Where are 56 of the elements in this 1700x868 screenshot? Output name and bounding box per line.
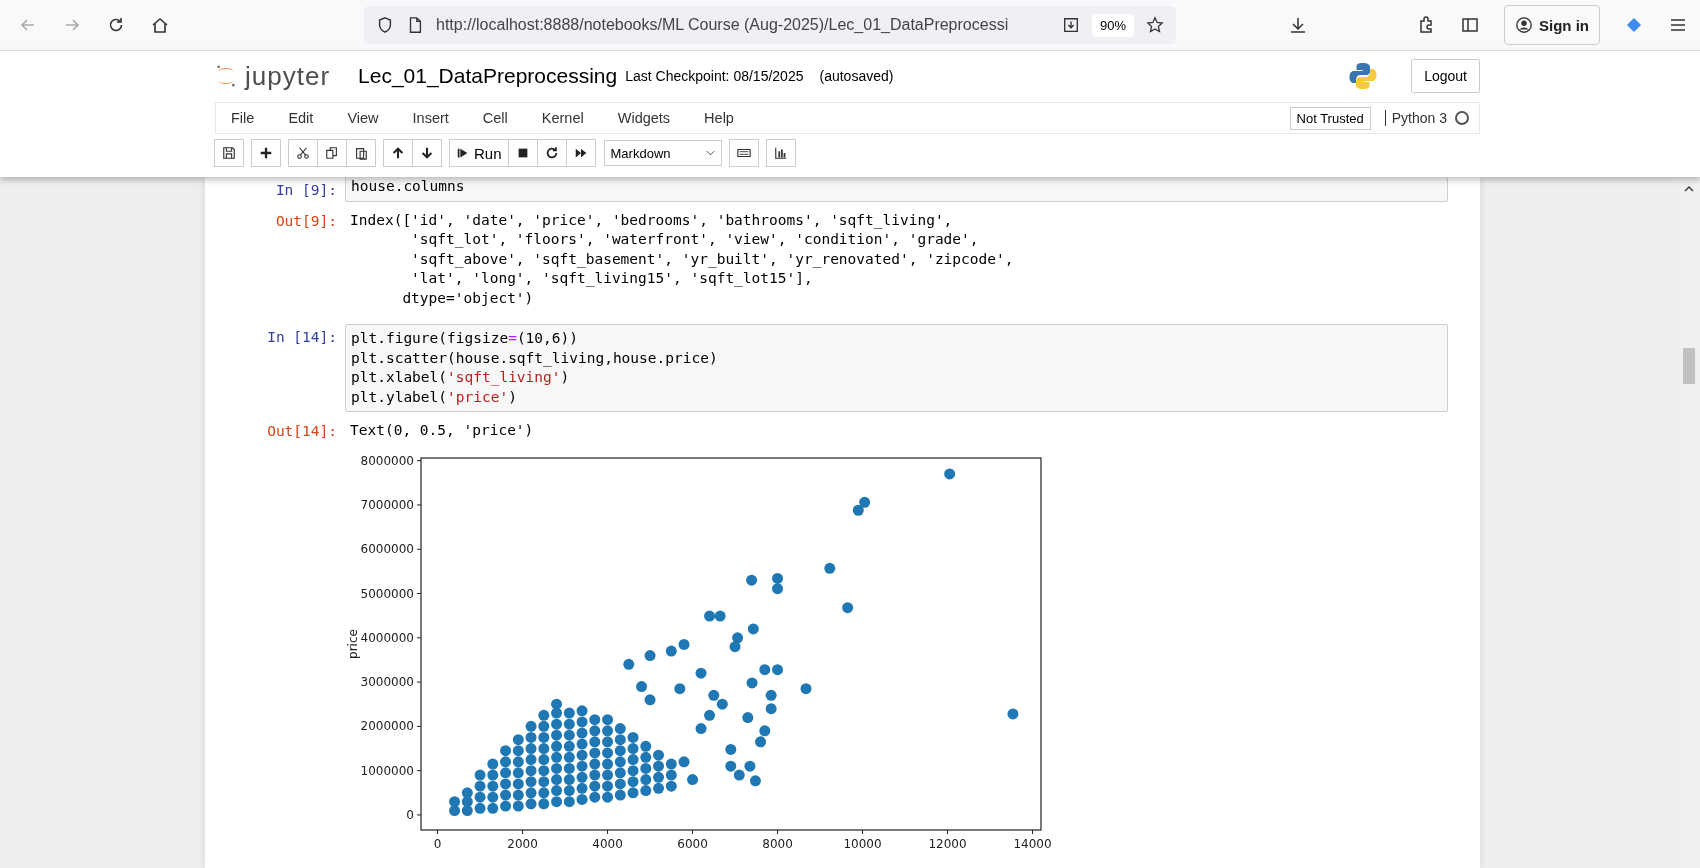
input-prompt: In [14]: [266,328,338,347]
menu-item[interactable]: Cell [482,110,508,126]
code-cell[interactable]: plt.figure(figsize=(10,6)) plt.scatter(house.sqft_living,house.price) plt.xlabel('sqft_living') plt.ylabel('price') [345,324,1448,412]
output-prompt: Out[14]: [266,422,338,441]
x-tick-label: 14000 [1013,837,1052,851]
menu-item[interactable]: Widgets [617,110,671,126]
code-cell[interactable]: house.columns [345,177,1448,202]
trust-button[interactable]: Not Trusted [1289,106,1371,130]
run-button[interactable]: Run [449,139,509,167]
output-line: Text(0, 0.5, 'price') [350,421,535,440]
menu-item[interactable]: Insert [412,110,449,126]
menu-item[interactable]: View [347,110,379,126]
x-tick-label: 12000 [928,837,967,851]
y-tick-label: 6000000 [360,542,414,557]
x-tick-label: 4000 [592,837,623,851]
autosave-status: (autosaved) [819,68,894,84]
y-tick-label: 4000000 [360,630,414,645]
code-line: house.columns [351,177,466,196]
y-tick-label: 5000000 [360,586,414,601]
code-line: plt.figure(figsize=(10,6)) [351,329,579,348]
y-tick-label: 0 [406,807,414,822]
code-line: plt.scatter(house.sqft_living,house.price) [351,348,719,368]
menu-item[interactable]: Edit [288,110,314,126]
code-line: plt.ylabel('price') [351,387,518,407]
y-tick-label: 3000000 [360,675,414,690]
input-prompt: In [9]: [274,181,338,200]
code-line: plt.xlabel('sqft_living') [351,368,571,388]
x-tick-label: 0 [433,837,442,851]
x-tick-label: 6000 [677,837,708,851]
y-axis-label: price [346,629,360,659]
output-prompt: Out[9]: [274,211,338,231]
y-tick-label: 2000000 [360,719,414,734]
x-tick-label: 8000 [762,837,793,851]
y-tick-label: 8000000 [360,453,414,468]
output-line: 'lat', 'long', 'sqft_living15', 'sqft_lot15'], [410,269,814,289]
output-line: dtype='object') [401,288,535,308]
logout-button[interactable]: Logout [1411,59,1480,93]
y-tick-label: 1000000 [360,763,414,778]
menu-item[interactable]: Kernel [541,110,584,126]
address-bar[interactable]: http://localhost:8888/notebooks/ML Course (Aug-2025)/Lec_01_DataPreprocessi 90% [364,6,1176,44]
output-line: Index(['id', 'date', 'price', 'bedrooms', 'bathrooms', 'sqft_living', [350,210,954,230]
y-tick-label: 7000000 [360,497,414,512]
kernel-name[interactable]: Python 3 [1384,110,1447,126]
checkpoint-text: Last Checkpoint: 08/15/2025 [625,68,804,84]
sign-in-button[interactable]: Sign in [1504,5,1600,45]
menu-item[interactable]: File [231,110,255,126]
url-text: http://localhost:8888/notebooks/ML Course (Aug-2025)/Lec_01_DataPreprocessi [436,16,1010,34]
output-line: 'sqft_above', 'sqft_basement', 'yr_built', 'yr_renovated', 'zipcode', [410,249,1015,269]
cell-type-dropdown[interactable]: Markdown [603,140,722,166]
output-line: 'sqft_lot', 'floors', 'waterfront', 'view', 'condition', 'grade', [410,230,980,250]
notebook-title[interactable]: Lec_01_DataPreprocessing [358,64,618,88]
zoom-level[interactable]: 90% [1091,13,1134,37]
menu-item[interactable]: Help [704,110,734,126]
x-tick-label: 2000 [507,837,538,851]
x-tick-label: 10000 [843,837,882,851]
logo-text[interactable]: jupyter [245,60,331,92]
